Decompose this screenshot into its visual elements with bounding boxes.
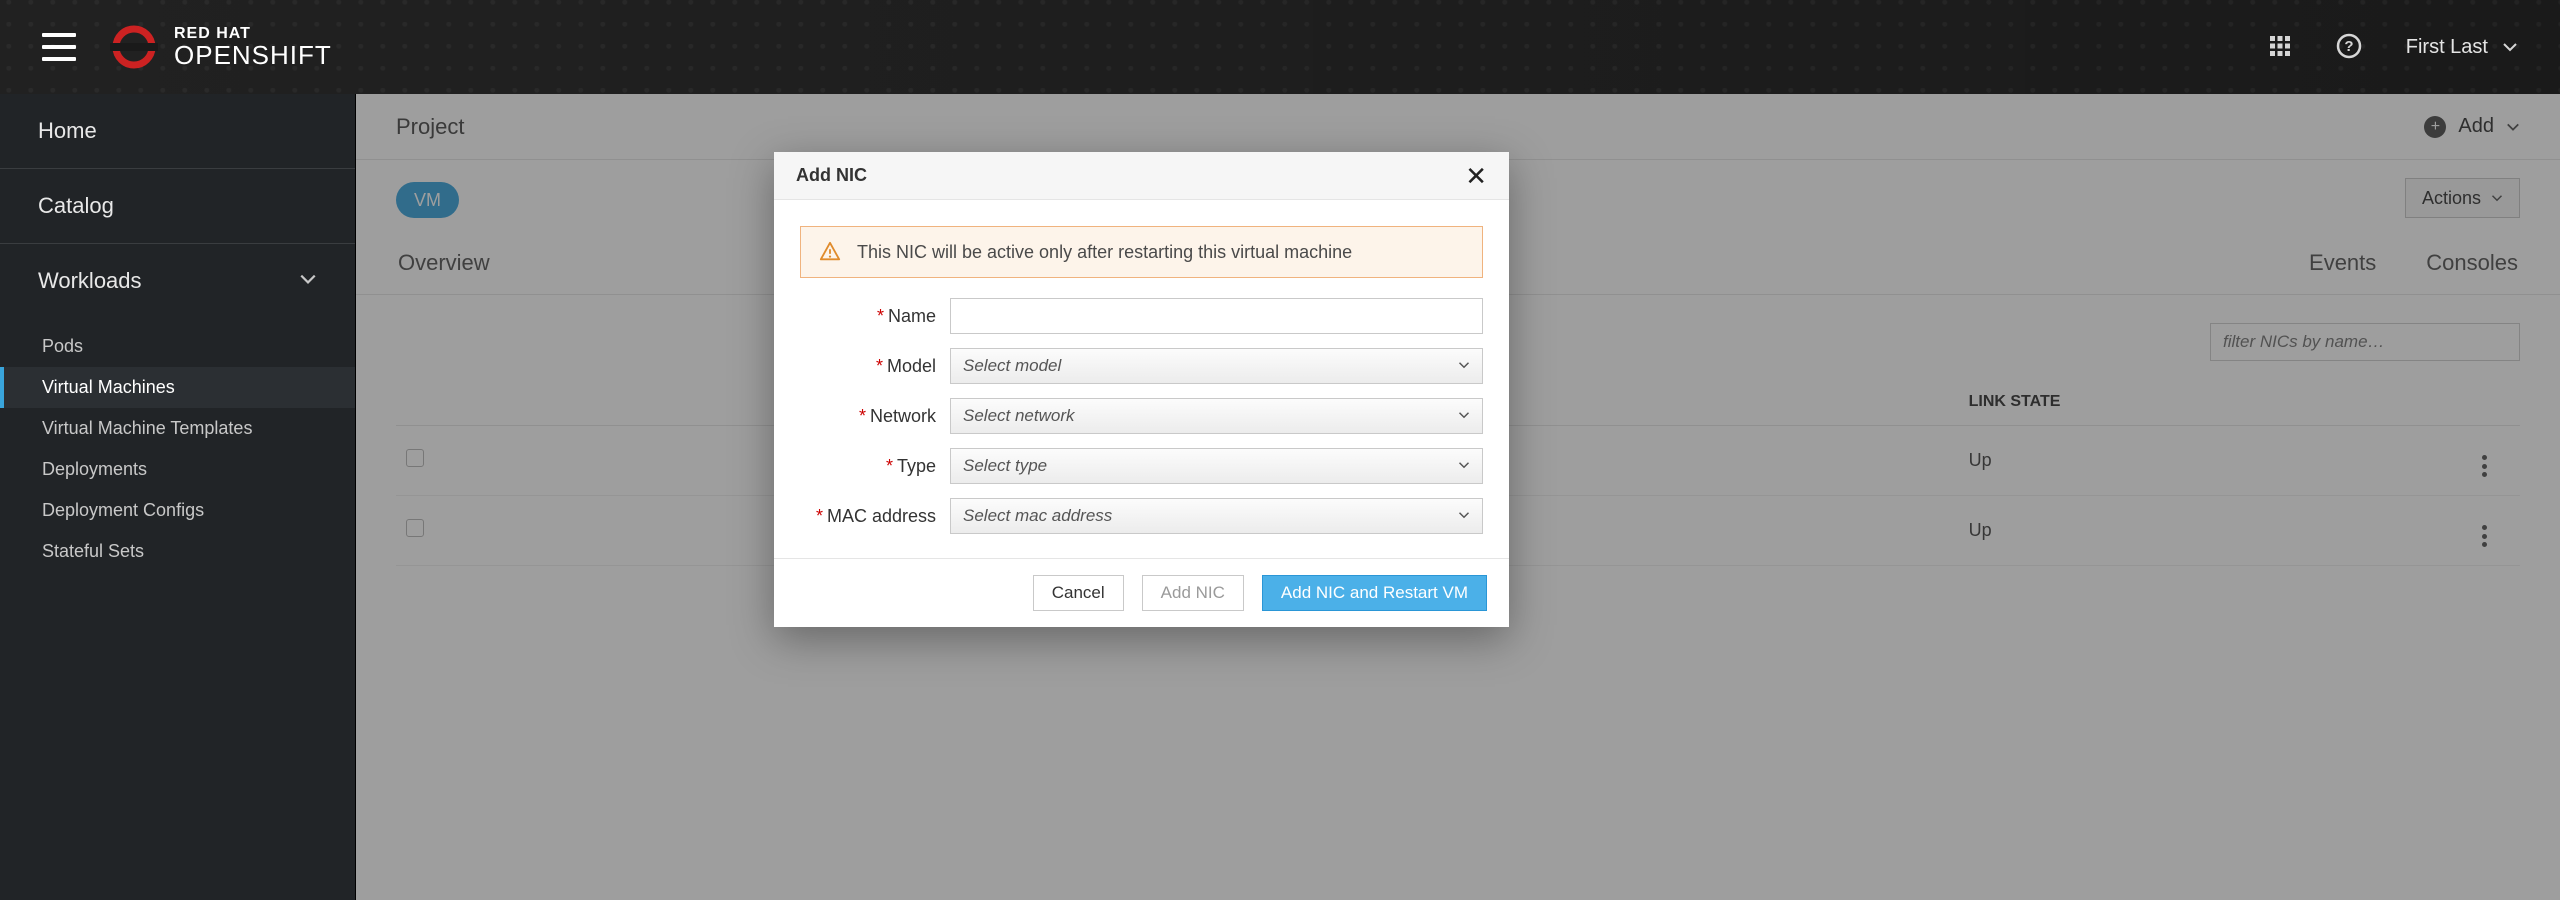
warning-icon — [819, 241, 841, 263]
sidebar-item-home[interactable]: Home — [0, 94, 355, 169]
modal-footer: Cancel Add NIC Add NIC and Restart VM — [774, 558, 1509, 627]
sidebar-item-catalog[interactable]: Catalog — [0, 169, 355, 244]
chevron-down-icon — [2502, 39, 2518, 55]
hamburger-icon[interactable] — [42, 33, 76, 61]
sidebar-item-label: Pods — [42, 336, 83, 356]
label-name: *Name — [800, 306, 950, 327]
label-model: *Model — [800, 356, 950, 377]
sidebar-item-deployments[interactable]: Deployments — [0, 449, 355, 490]
close-icon[interactable]: ✕ — [1465, 163, 1487, 189]
add-nic-modal: Add NIC ✕ This NIC will be active only a… — [774, 152, 1509, 627]
user-menu[interactable]: First Last — [2406, 36, 2518, 59]
masthead: RED HAT OPENSHIFT ? First Last — [0, 0, 2560, 94]
name-input[interactable] — [950, 298, 1483, 334]
label-network: *Network — [800, 406, 950, 427]
sidebar-item-label: Workloads — [38, 268, 142, 294]
sidebar-item-deployment-configs[interactable]: Deployment Configs — [0, 490, 355, 531]
sidebar-item-workloads[interactable]: Workloads — [0, 244, 355, 318]
main: Project + Add VM Actions Overview Events… — [356, 94, 2560, 900]
sidebar: Home Catalog Workloads Pods Virtual Mach… — [0, 94, 356, 900]
sidebar-item-virtual-machines[interactable]: Virtual Machines — [0, 367, 355, 408]
select-placeholder: Select model — [963, 356, 1061, 376]
sidebar-item-label: Deployment Configs — [42, 500, 204, 520]
model-select[interactable]: Select model — [950, 348, 1483, 384]
chevron-down-icon — [1458, 506, 1470, 526]
sidebar-item-label: Virtual Machines — [42, 377, 175, 397]
sidebar-item-label: Catalog — [38, 193, 114, 219]
label-mac: *MAC address — [800, 506, 950, 527]
username: First Last — [2406, 36, 2488, 59]
type-select[interactable]: Select type — [950, 448, 1483, 484]
add-nic-restart-button[interactable]: Add NIC and Restart VM — [1262, 575, 1487, 611]
sidebar-item-stateful-sets[interactable]: Stateful Sets — [0, 531, 355, 572]
alert-text: This NIC will be active only after resta… — [857, 242, 1352, 263]
warning-alert: This NIC will be active only after resta… — [800, 226, 1483, 278]
svg-text:?: ? — [2344, 38, 2353, 55]
sidebar-item-pods[interactable]: Pods — [0, 326, 355, 367]
select-placeholder: Select network — [963, 406, 1075, 426]
sidebar-item-label: Home — [38, 118, 97, 144]
chevron-down-icon — [1458, 356, 1470, 376]
modal-title: Add NIC — [796, 165, 867, 186]
cancel-button[interactable]: Cancel — [1033, 575, 1124, 611]
add-nic-button[interactable]: Add NIC — [1142, 575, 1244, 611]
app-launcher-icon[interactable] — [2268, 34, 2292, 61]
brand-line2: OPENSHIFT — [174, 42, 332, 68]
help-icon[interactable]: ? — [2336, 33, 2362, 62]
modal-header: Add NIC ✕ — [774, 152, 1509, 200]
mac-select[interactable]: Select mac address — [950, 498, 1483, 534]
chevron-down-icon — [1458, 406, 1470, 426]
label-type: *Type — [800, 456, 950, 477]
select-placeholder: Select mac address — [963, 506, 1112, 526]
chevron-down-icon — [1458, 456, 1470, 476]
sidebar-sub-workloads: Pods Virtual Machines Virtual Machine Te… — [0, 318, 355, 596]
sidebar-item-label: Deployments — [42, 459, 147, 479]
sidebar-item-vm-templates[interactable]: Virtual Machine Templates — [0, 408, 355, 449]
sidebar-item-label: Virtual Machine Templates — [42, 418, 252, 438]
network-select[interactable]: Select network — [950, 398, 1483, 434]
select-placeholder: Select type — [963, 456, 1047, 476]
openshift-logo-icon — [110, 23, 158, 71]
brand: RED HAT OPENSHIFT — [110, 23, 332, 71]
sidebar-item-label: Stateful Sets — [42, 541, 144, 561]
chevron-down-icon — [299, 268, 317, 294]
